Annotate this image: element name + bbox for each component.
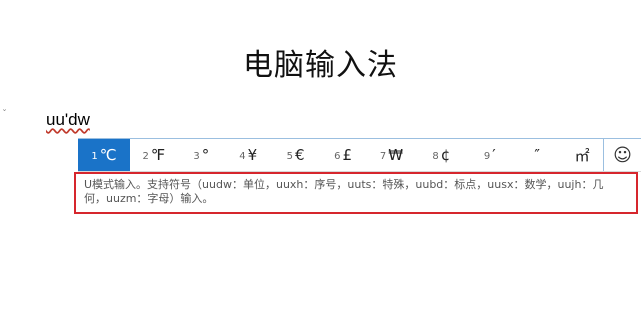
candidate-symbol: ″ <box>534 146 541 164</box>
candidate-3[interactable]: 3 ° <box>178 139 225 171</box>
hint-line-1: U模式输入。支持符号（uudw：单位，uuxh：序号，uuts：特殊，uubd：… <box>84 178 604 191</box>
candidate-7[interactable]: 7 ₩ <box>367 139 417 171</box>
candidate-6[interactable]: 6 £ <box>320 139 367 171</box>
candidate-2[interactable]: 2 ℉ <box>130 139 178 171</box>
ime-candidate-bar: 1 ℃ 2 ℉ 3 ° 4 ¥ 5 € 6 £ 7 ₩ 8 ¢ 9 ′ ″ ㎡ … <box>78 138 641 172</box>
candidate-symbol: ′ <box>492 146 496 164</box>
candidate-5[interactable]: 5 € <box>272 139 320 171</box>
candidate-4[interactable]: 4 ¥ <box>225 139 272 171</box>
ime-composition-text[interactable]: uu'dw <box>46 110 90 130</box>
candidate-symbol: ℉ <box>150 146 166 164</box>
candidate-index: 6 <box>334 150 341 162</box>
candidate-symbol: ₩ <box>388 146 404 164</box>
candidate-index: 2 <box>142 150 149 162</box>
hint-text: U模式输入。支持符号（uudw：单位，uuxh：序号，uuts：特殊，uubd：… <box>84 178 630 206</box>
candidate-symbol: £ <box>342 146 353 164</box>
candidate-index: 1 <box>91 150 98 162</box>
candidate-9[interactable]: 9 ′ <box>466 139 513 171</box>
emoji-icon[interactable]: ☺ <box>603 139 641 171</box>
candidate-index: 3 <box>193 150 200 162</box>
candidate-symbol: ¢ <box>440 146 451 164</box>
document-title: 电脑输入法 <box>243 48 398 83</box>
candidate-index: 5 <box>286 150 294 162</box>
candidate-11[interactable]: ㎡ <box>559 139 603 171</box>
hint-line-2: 何，uuzm：字母）输入。 <box>84 192 214 205</box>
candidate-1[interactable]: 1 ℃ <box>78 139 130 171</box>
candidate-index: 8 <box>432 150 439 162</box>
candidate-symbol: ℃ <box>99 146 117 164</box>
candidate-index: 4 <box>239 150 246 162</box>
candidate-8[interactable]: 8 ¢ <box>416 139 466 171</box>
candidate-symbol: ¥ <box>247 146 258 164</box>
candidate-symbol: ° <box>201 146 210 164</box>
candidate-index: 7 <box>379 150 387 162</box>
candidate-10[interactable]: ″ <box>513 139 559 171</box>
margin-marker: ˇ <box>2 109 7 120</box>
ime-hint-panel: U模式输入。支持符号（uudw：单位，uuxh：序号，uuts：特殊，uubd：… <box>74 172 638 214</box>
candidate-index: 9 <box>483 150 491 162</box>
candidate-symbol: € <box>295 146 305 164</box>
candidate-symbol: ㎡ <box>574 146 590 165</box>
